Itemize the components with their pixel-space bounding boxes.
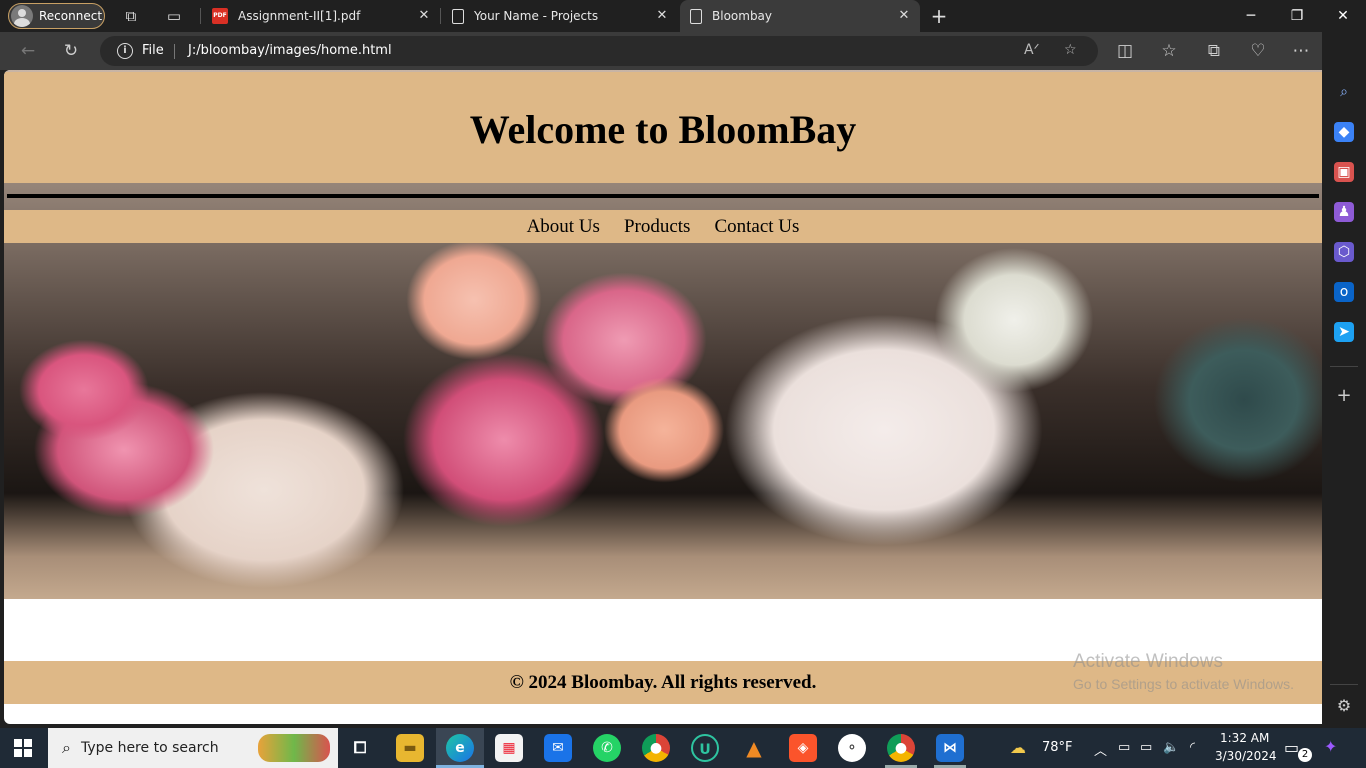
refresh-icon[interactable]: ↻ [60,40,82,62]
workspaces-icon[interactable]: ⧉ [122,7,140,25]
notification-icon[interactable]: ▭ [1284,738,1299,757]
performance-icon[interactable]: ♡ [1247,40,1269,62]
address-bar[interactable]: i File J:/bloombay/images/home.html Aᐟ ☆ [100,36,1098,66]
task-view-icon[interactable]: ⧠ [346,734,374,762]
address-divider [174,44,175,59]
close-window-icon[interactable]: ✕ [1320,0,1366,32]
tab-divider [440,8,441,24]
vlc-icon[interactable]: ▲ [740,734,768,762]
tab-assignment-pdf[interactable]: PDF Assignment-II[1].pdf ✕ [202,0,440,32]
site-header: Welcome to BloomBay [4,72,1322,183]
activate-windows-watermark: Activate Windows Go to Settings to activ… [1073,651,1294,692]
drop-icon[interactable]: ➤ [1334,322,1354,342]
page-icon [690,8,702,24]
chrome-icon[interactable]: ● [642,734,670,762]
settings-gear-icon[interactable]: ⚙ [1334,696,1354,716]
search-highlight-image [258,734,330,762]
chrome-profile-icon[interactable]: ● [887,734,915,762]
weather-icon[interactable]: ☁ [1010,738,1026,757]
page-title: Welcome to BloomBay [469,107,857,152]
browser-toolbar: ← ↻ i File J:/bloombay/images/home.html … [0,32,1366,70]
restore-icon[interactable]: ❐ [1274,0,1320,32]
weather-temp[interactable]: 78°F [1042,740,1073,755]
edge-sidebar: ⌕ ◆ ▣ ♟ ⬡ o ➤ + ⚙ [1322,32,1366,728]
notification-badge: 2 [1298,748,1312,762]
collections-icon[interactable]: ⧉ [1203,40,1225,62]
sidebar-divider [1330,684,1358,685]
tools-icon[interactable]: ▣ [1334,162,1354,182]
wifi-icon[interactable]: ◜ [1190,740,1195,755]
windows-taskbar: ⌕ Type here to search ⧠ ▬ e ▦ ✉ ✆ ● U ▲ … [0,728,1366,768]
scheme-label: File [142,43,164,58]
search-icon[interactable]: ⌕ [1334,82,1354,102]
store-icon[interactable]: ▦ [495,734,523,762]
nav-products[interactable]: Products [624,216,691,238]
url-text[interactable]: J:/bloombay/images/home.html [188,43,392,58]
app-icon[interactable]: ⚬ [838,734,866,762]
copilot-icon[interactable]: ✦ [1324,737,1337,756]
tab-your-name-projects[interactable]: Your Name - Projects ✕ [442,0,678,32]
footer-copyright: © 2024 Bloombay. All rights reserved. [509,671,817,693]
watermark-title: Activate Windows [1073,651,1223,672]
more-menu-icon[interactable]: ⋯ [1290,40,1312,62]
search-placeholder: Type here to search [80,740,219,756]
clock-date[interactable]: 3/30/2024 [1215,749,1277,763]
profile-button[interactable]: Reconnect [8,3,105,29]
close-tab-icon[interactable]: ✕ [416,8,432,24]
brave-icon[interactable]: ◈ [789,734,817,762]
tab-divider [200,8,201,24]
meet-icon[interactable]: ▭ [1118,740,1130,755]
tab-bloombay[interactable]: Bloombay ✕ [680,0,920,32]
favorites-icon[interactable]: ☆ [1158,40,1180,62]
avatar [11,5,33,27]
page-icon [452,8,464,24]
tab-title: Your Name - Projects [474,9,599,23]
header-divider [7,194,1319,198]
info-icon[interactable]: i [117,43,133,59]
site-nav: About Us Products Contact Us [4,210,1322,243]
pdf-icon: PDF [212,8,228,24]
watermark-subtitle: Go to Settings to activate Windows. [1073,676,1294,692]
tab-title: Assignment-II[1].pdf [238,9,361,23]
clock-time[interactable]: 1:32 AM [1220,731,1269,745]
close-tab-icon[interactable]: ✕ [654,8,670,24]
split-screen-icon[interactable]: ◫ [1114,40,1136,62]
minimize-icon[interactable]: ─ [1228,0,1274,32]
mail-icon[interactable]: ✉ [544,734,572,762]
close-tab-icon[interactable]: ✕ [896,8,912,24]
tab-actions-icon[interactable]: ▭ [165,7,183,25]
tab-title: Bloombay [712,9,773,23]
shopping-tag-icon[interactable]: ◆ [1334,122,1354,142]
page-viewport: Welcome to BloomBay About Us Products Co… [4,70,1322,724]
favorite-star-icon[interactable]: ☆ [1064,42,1077,58]
read-aloud-icon[interactable]: Aᐟ [1024,42,1040,58]
add-icon[interactable]: + [1334,386,1354,406]
vscode-icon[interactable]: ⋈ [936,734,964,762]
taskbar-search[interactable]: ⌕ Type here to search [48,728,338,768]
nav-about-us[interactable]: About Us [527,216,600,238]
edge-icon[interactable]: e [446,734,474,762]
file-explorer-icon[interactable]: ▬ [396,734,424,762]
nav-contact-us[interactable]: Contact Us [714,216,799,238]
battery-icon[interactable]: ▭ [1140,740,1152,755]
search-icon: ⌕ [62,738,71,757]
volume-muted-icon[interactable]: 🔈 [1163,740,1179,755]
profile-label: Reconnect [39,9,103,23]
upwork-icon[interactable]: U [691,734,719,762]
tab-strip: Reconnect ⧉ ▭ PDF Assignment-II[1].pdf ✕… [0,0,1366,32]
microsoft-365-icon[interactable]: ⬡ [1334,242,1354,262]
windows-start-icon[interactable] [14,739,32,757]
back-icon[interactable]: ← [17,40,39,62]
games-icon[interactable]: ♟ [1334,202,1354,222]
whatsapp-icon[interactable]: ✆ [593,734,621,762]
outlook-icon[interactable]: o [1334,282,1354,302]
sidebar-divider [1330,366,1358,367]
new-tab-icon[interactable]: + [930,6,948,26]
chevron-up-icon[interactable]: ︿ [1094,740,1107,759]
